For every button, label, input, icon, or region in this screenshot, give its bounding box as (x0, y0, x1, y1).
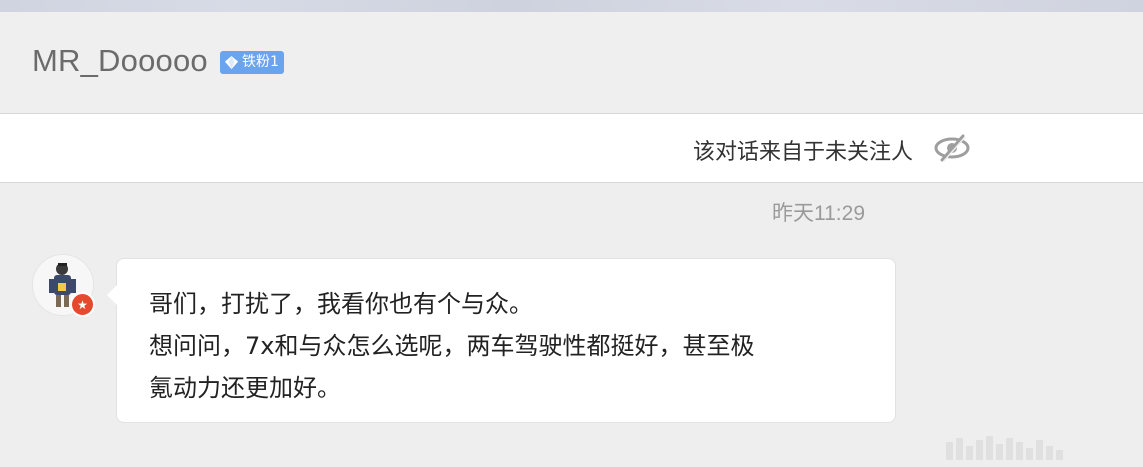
stranger-notice-bar: 该对话来自于未关注人 (0, 114, 1143, 183)
message-line: 哥们，打扰了，我看你也有个与众。 (149, 290, 533, 318)
verified-icon: ★ (70, 292, 95, 317)
message-line: 想问问，7x和与众怎么选呢，两车驾驶性都挺好，甚至极 (149, 332, 755, 360)
message-line: 氪动力还更加好。 (149, 374, 341, 402)
stranger-notice-text: 该对话来自于未关注人 (692, 140, 913, 165)
eye-slash-icon[interactable] (933, 134, 971, 162)
top-strip (0, 0, 1143, 12)
message-bubble: 哥们，打扰了，我看你也有个与众。 想问问，7x和与众怎么选呢，两车驾驶性都挺好，… (107, 258, 896, 423)
chat-username[interactable]: MR_Dooooo (32, 43, 208, 79)
diamond-icon (224, 55, 239, 70)
message-timestamp: 昨天11:29 (772, 202, 865, 225)
fan-badge: 铁粉1 (220, 51, 284, 74)
chat-header: MR_Dooooo 铁粉1 (0, 12, 1143, 114)
fan-badge-label: 铁粉1 (242, 54, 279, 70)
watermark-bars (946, 430, 1136, 460)
